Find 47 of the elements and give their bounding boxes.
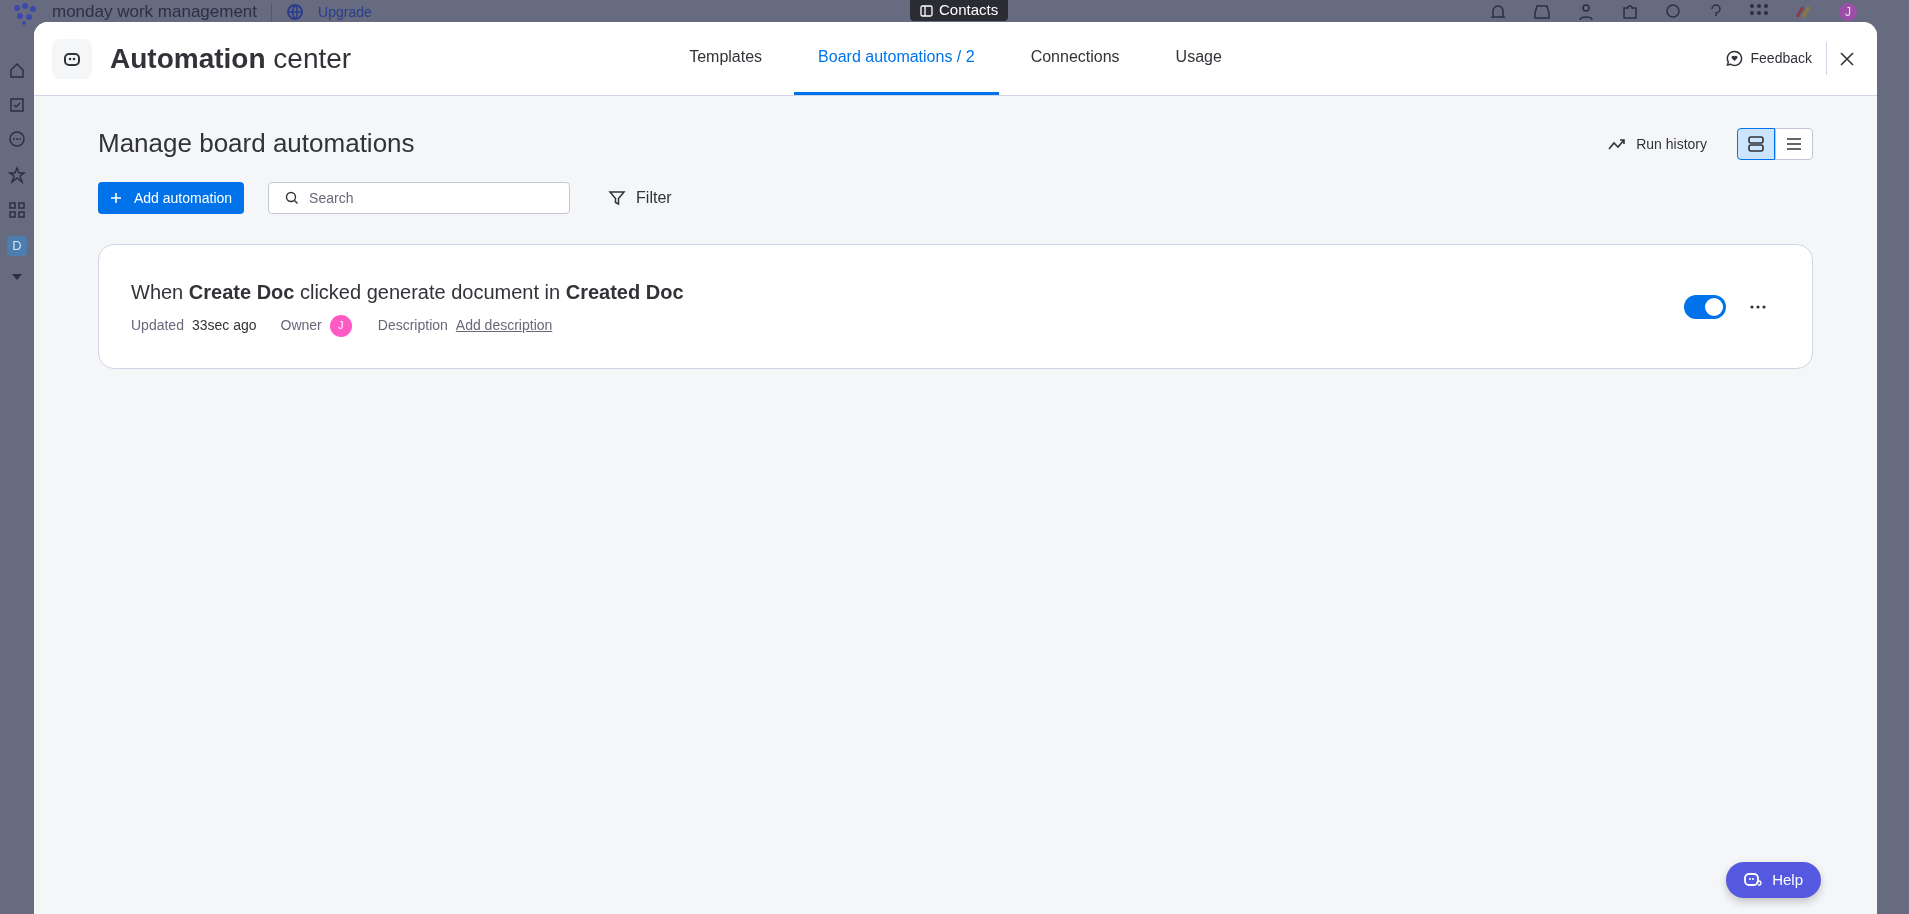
tab[interactable]: Templates [665,22,787,95]
globe-icon [286,3,305,21]
plus-icon [110,192,122,204]
tooltip: Contacts [910,0,1009,21]
chat-heart-icon [1725,50,1743,67]
user-avatar[interactable]: J [1839,3,1857,21]
automation-card[interactable]: When Create Doc clicked generate document in Created Doc Updated 33sec ago Owner J Description Add description [98,244,1813,369]
add-automation-button[interactable]: Add automation [98,182,245,214]
add-description-link[interactable]: Add description [455,315,553,336]
card-view-button[interactable] [1737,128,1775,160]
trend-icon [1608,138,1627,150]
bell-icon[interactable] [1489,3,1507,21]
card-view-icon [1747,135,1765,153]
inbox-icon[interactable] [1533,3,1551,21]
more-icon[interactable] [8,130,26,148]
star-icon[interactable] [8,166,26,184]
list-view-button[interactable] [1775,128,1813,160]
calendar-icon[interactable] [9,96,25,112]
description-label: Description [377,316,448,335]
more-icon [1750,304,1766,309]
run-history-button[interactable]: Run history [1602,132,1713,156]
page-heading: Manage board automations [98,128,415,160]
updated-time: 33sec ago [191,316,257,335]
filter-icon [608,189,627,207]
toggle-switch[interactable] [1684,294,1726,319]
person-icon[interactable] [1577,3,1595,21]
home-icon[interactable] [9,62,25,78]
brand-name: monday work management [52,3,258,21]
logo-icon [12,3,38,25]
dialog-title: Automation center [110,41,352,76]
caret-icon[interactable] [12,274,22,280]
feedback-button[interactable]: Feedback [1711,42,1827,75]
tab[interactable]: Usage [1151,22,1246,95]
updated-label: Updated [131,316,184,335]
panel-icon [920,4,933,17]
tab[interactable]: Connections [1006,22,1144,95]
owner-label: Owner [280,316,322,335]
search-field[interactable]: Search [268,182,571,214]
robot-icon [1744,871,1763,889]
owner-avatar: J [329,314,352,337]
close-icon [1839,50,1855,67]
filter-button[interactable]: Filter [602,185,678,211]
help-button[interactable]: Help [1726,862,1821,898]
list-view-icon [1786,137,1802,151]
grid-icon[interactable] [9,202,25,218]
automation-recipe: When Create Doc clicked generate document in Created Doc [131,279,684,305]
robot-icon [52,38,92,79]
